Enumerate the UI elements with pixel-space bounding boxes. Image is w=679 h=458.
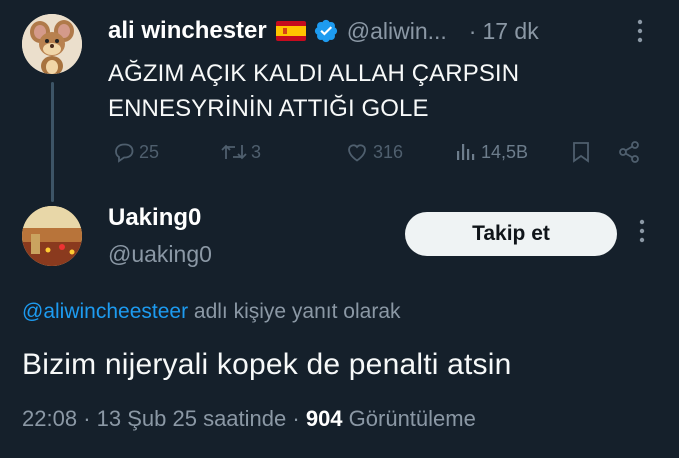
retweet-action[interactable]: 3 [220, 140, 261, 164]
thread-connector-line [51, 82, 54, 202]
parent-tweet-header: ali winchester @aliwin... · 17 dk [108, 16, 658, 46]
reply-views-count: 904 [305, 406, 343, 431]
retweet-icon [221, 144, 247, 160]
parent-text-line-1: AĞZIM AÇIK KALDI ALLAH ÇARPSIN [108, 60, 520, 87]
reply-icon [115, 143, 134, 163]
reply-meta: 22:08 · 13 Şub 25 saatinde · 904 Görüntü… [22, 406, 476, 432]
reply-date[interactable]: 13 Şub 25 saatinde [97, 406, 287, 431]
parent-action-bar: 25 3 316 14,5B [108, 140, 648, 168]
parent-author-name[interactable]: ali winchester [108, 17, 267, 45]
share-icon [619, 141, 639, 163]
parent-tweet-text: AĞZIM AÇIK KALDI ALLAH ÇARPSIN ENNESYRİN… [108, 56, 648, 126]
parent-author-avatar[interactable] [22, 14, 82, 74]
reply-author-handle[interactable]: @uaking0 [108, 241, 212, 268]
parent-timestamp[interactable]: 17 dk [482, 18, 538, 45]
reply-views-label: Görüntüleme [342, 406, 476, 431]
reply-to-mention[interactable]: @aliwincheesteer [22, 300, 188, 323]
jerry-mouse-avatar [22, 14, 82, 74]
verified-badge-icon [313, 18, 339, 44]
spain-flag-icon [275, 21, 306, 41]
parent-text-line-2: ENNESYRİNİN ATTIĞI GOLE [108, 95, 429, 122]
like-icon [348, 144, 366, 162]
reply-author-avatar[interactable] [22, 206, 82, 266]
reply-author-name[interactable]: Uaking0 [108, 204, 201, 232]
like-count: 316 [373, 141, 404, 162]
share-action[interactable] [617, 140, 641, 164]
views-action[interactable]: 14,5B [454, 140, 528, 164]
reply-action[interactable]: 25 [112, 140, 159, 164]
reply-time[interactable]: 22:08 [22, 406, 77, 431]
views-count: 14,5B [481, 141, 529, 162]
like-action[interactable]: 316 [344, 140, 403, 164]
reply-tweet-text: Bizim nijeryali kopek de penalti atsin [22, 348, 512, 381]
follow-button[interactable]: Takip et [405, 212, 617, 256]
views-icon [457, 144, 475, 160]
more-icon[interactable] [636, 18, 644, 44]
stadium-avatar [22, 206, 82, 266]
reply-to-suffix: adlı kişiye yanıt olarak [188, 300, 401, 323]
bookmark-action[interactable] [570, 140, 592, 164]
meta-separator: · [83, 406, 91, 431]
replying-to-line: @aliwincheesteer adlı kişiye yanıt olara… [22, 300, 401, 324]
header-separator: · [468, 17, 477, 44]
bookmark-icon [573, 142, 589, 163]
retweet-count: 3 [251, 141, 262, 162]
reply-count: 25 [139, 141, 160, 162]
parent-author-handle[interactable]: @aliwin... [347, 18, 447, 45]
meta-separator: · [292, 406, 300, 431]
more-icon[interactable] [638, 218, 646, 244]
